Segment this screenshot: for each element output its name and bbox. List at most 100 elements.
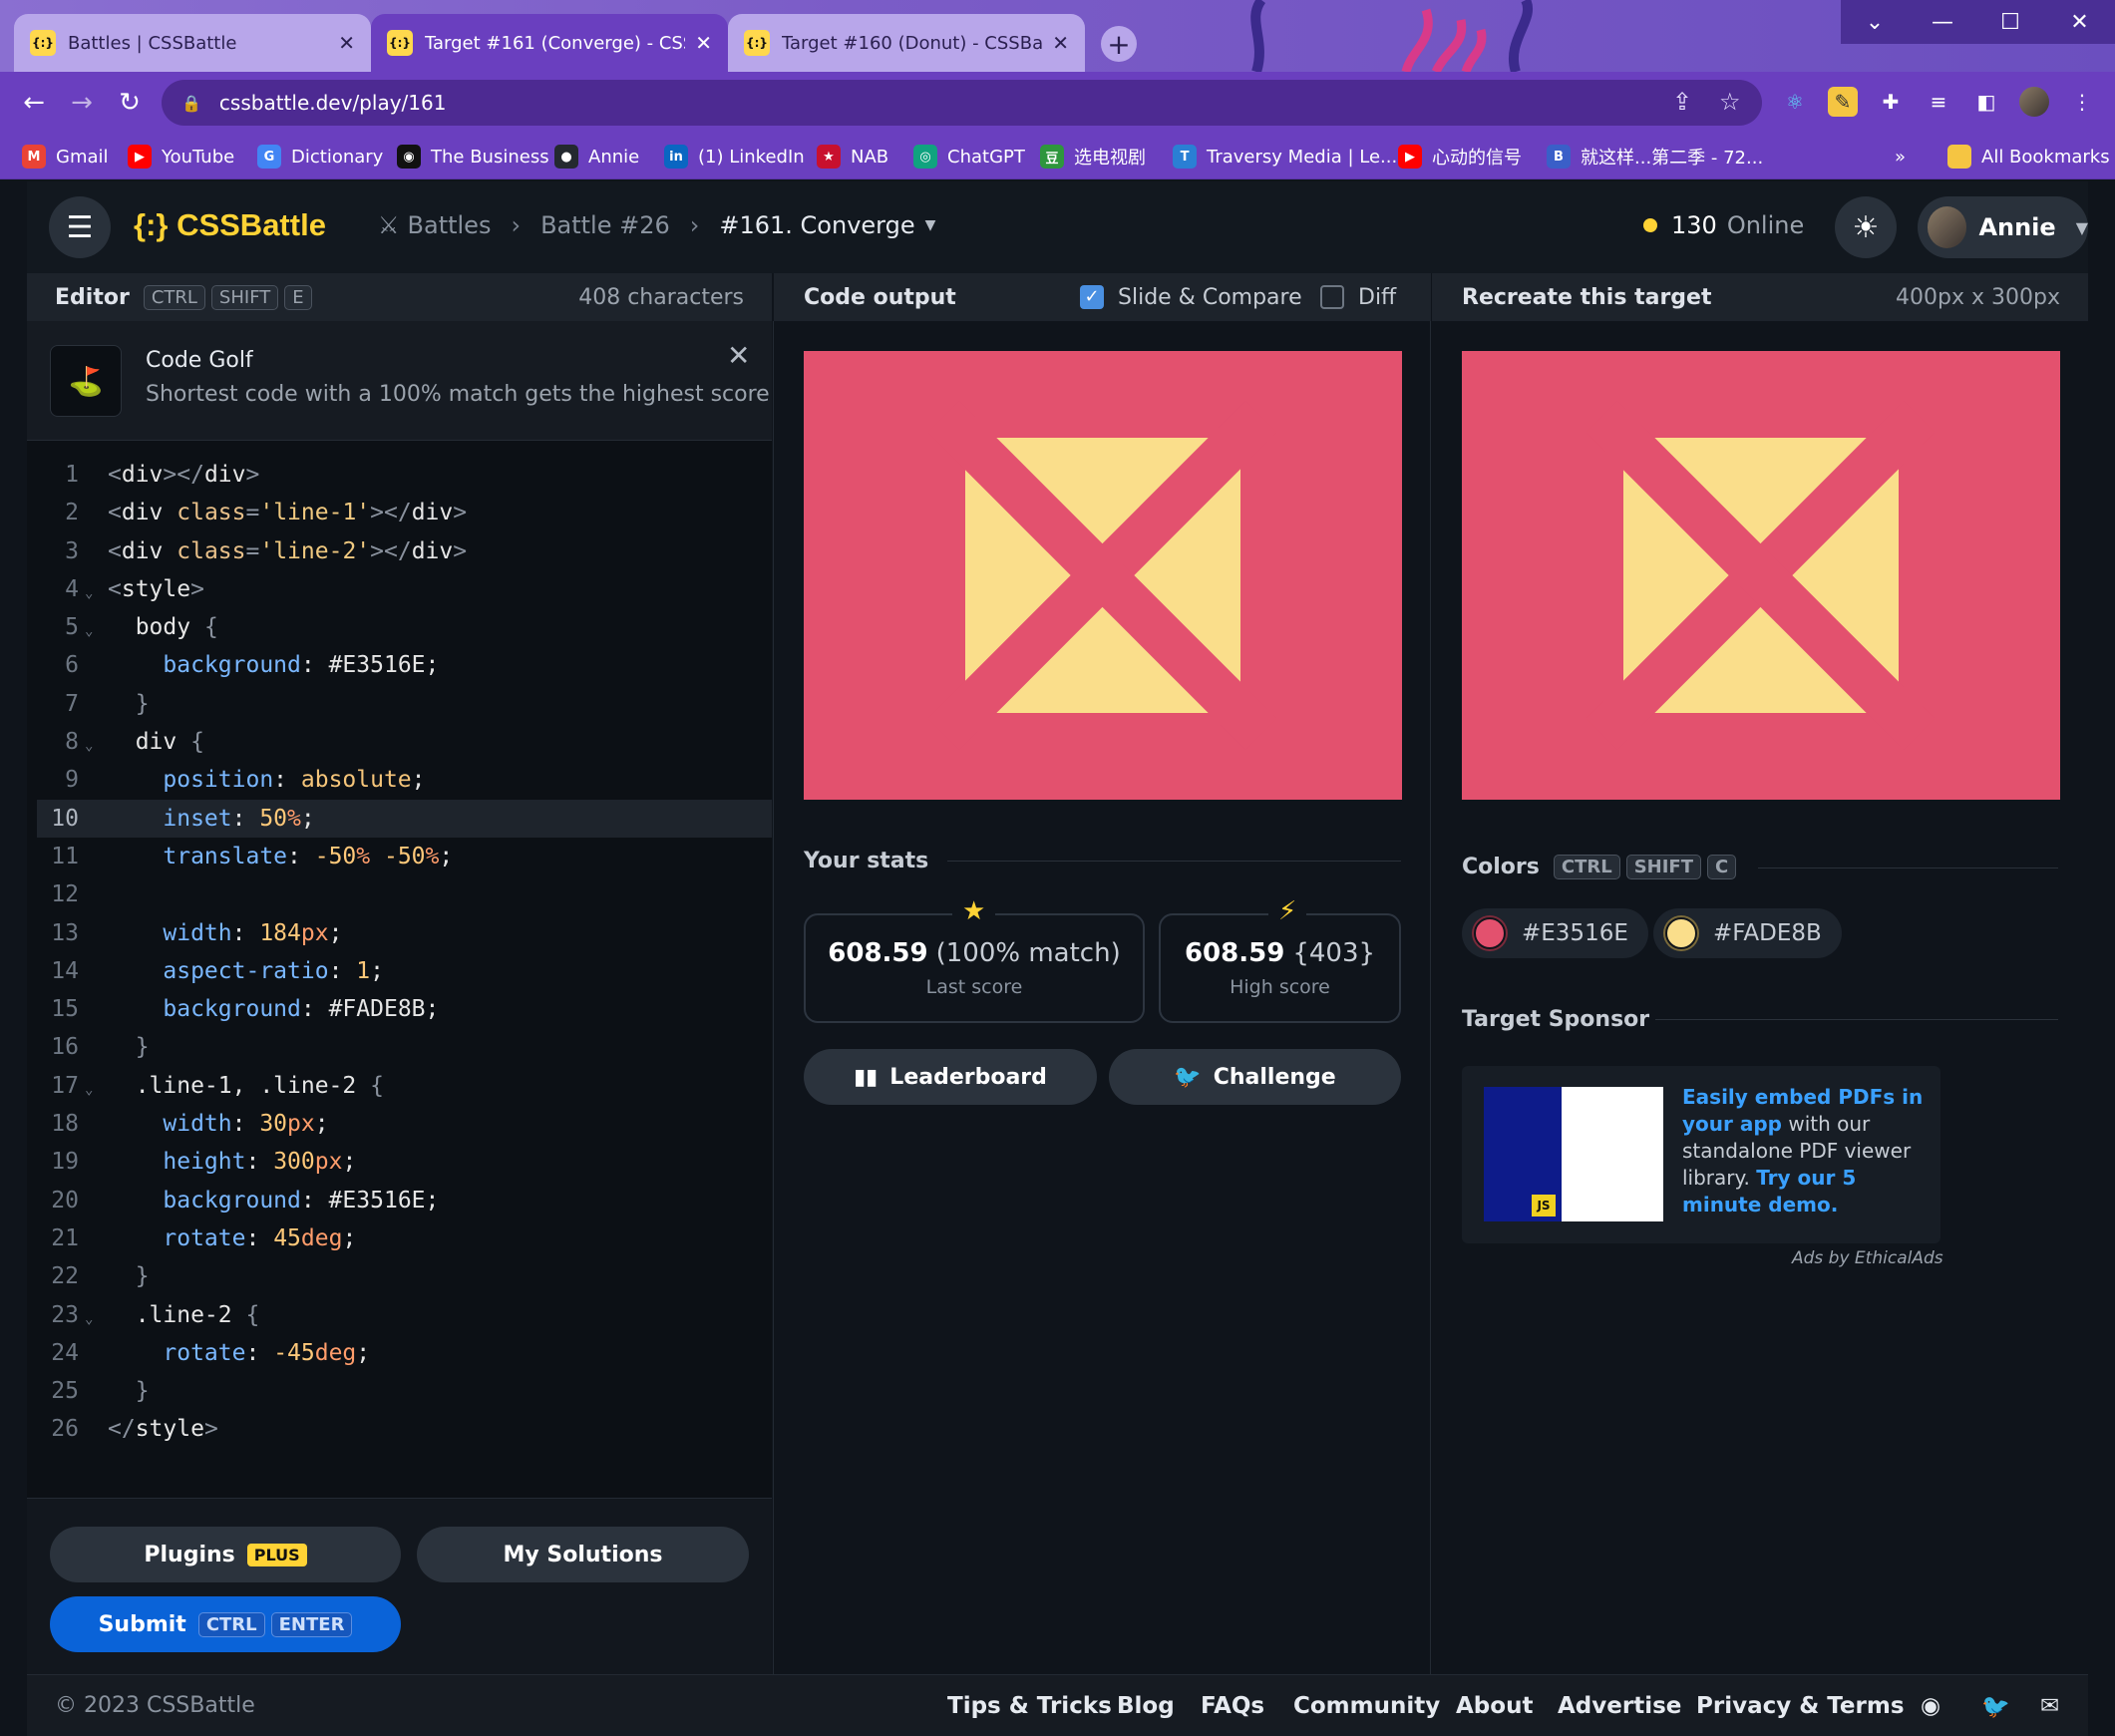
footer-link-community[interactable]: Community bbox=[1293, 1693, 1440, 1719]
diff-toggle[interactable]: Diff bbox=[1320, 285, 1396, 310]
extensions-puzzle-icon[interactable]: ✚ bbox=[1876, 87, 1906, 117]
more-bookmarks-button[interactable]: » bbox=[1895, 144, 1906, 170]
code-line[interactable]: 2 <div class='line-1'></div> bbox=[37, 494, 772, 531]
leaderboard-button[interactable]: ▮▮ Leaderboard bbox=[804, 1049, 1097, 1105]
bookmark-item[interactable]: ★ NAB bbox=[817, 144, 888, 170]
close-icon[interactable]: ✕ bbox=[1052, 31, 1069, 55]
code-line[interactable]: 5 ⌄ body { bbox=[37, 608, 772, 646]
code-line[interactable]: 10 inset: 50%; bbox=[37, 799, 772, 838]
code-line[interactable]: 19 height: 300px; bbox=[37, 1143, 772, 1181]
extension-notes-icon[interactable]: ✎ bbox=[1828, 87, 1858, 117]
footer-link-tips[interactable]: Tips & Tricks bbox=[947, 1693, 1112, 1719]
checkbox-checked-icon[interactable]: ✓ bbox=[1080, 285, 1104, 309]
bookmark-item[interactable]: T Traversy Media | Le... bbox=[1173, 144, 1397, 170]
chevron-down-icon[interactable]: ▼ bbox=[925, 217, 936, 233]
code-line[interactable]: 24 rotate: -45deg; bbox=[37, 1334, 772, 1372]
code-line[interactable]: 4 ⌄ <style> bbox=[37, 570, 772, 608]
fold-chevron-icon[interactable]: ⌄ bbox=[85, 1071, 93, 1109]
code-line[interactable]: 21 rotate: 45deg; bbox=[37, 1219, 772, 1257]
code-line[interactable]: 6 background: #E3516E; bbox=[37, 646, 772, 684]
tab-search-icon[interactable]: ⌄ bbox=[1841, 0, 1909, 44]
mail-icon[interactable]: ✉ bbox=[2040, 1693, 2059, 1719]
breadcrumb-battle-26[interactable]: Battle #26 bbox=[540, 211, 670, 239]
fold-chevron-icon[interactable]: ⌄ bbox=[85, 574, 93, 612]
bookmark-item[interactable]: 豆选电视剧 bbox=[1040, 144, 1146, 170]
close-icon[interactable]: ✕ bbox=[338, 31, 355, 55]
code-line[interactable]: 1 <div></div> bbox=[37, 456, 772, 494]
bookmark-item[interactable]: B 就这样...第二季 - 72... bbox=[1547, 144, 1763, 170]
code-line[interactable]: 7 } bbox=[37, 685, 772, 723]
bookmark-item[interactable]: G Dictionary bbox=[257, 144, 383, 170]
footer-link-advertise[interactable]: Advertise bbox=[1558, 1693, 1681, 1719]
code-line[interactable]: 8 ⌄ div { bbox=[37, 723, 772, 761]
code-line[interactable]: 9 position: absolute; bbox=[37, 761, 772, 799]
code-lines[interactable]: 1 <div></div> 2 <div class='line-1'></div> 3… bbox=[37, 456, 772, 1449]
footer-link-blog[interactable]: Blog bbox=[1117, 1693, 1175, 1719]
footer-link-privacy[interactable]: Privacy & Terms bbox=[1696, 1693, 1905, 1719]
back-icon[interactable]: ← bbox=[17, 86, 51, 120]
ads-by-label[interactable]: Ads by EthicalAds bbox=[1792, 1248, 1943, 1268]
chrome-menu-icon[interactable]: ⋮ bbox=[2067, 87, 2097, 117]
plugins-button[interactable]: Plugins PLUS bbox=[50, 1527, 401, 1582]
code-output-canvas[interactable] bbox=[804, 351, 1402, 800]
code-line[interactable]: 3 <div class='line-2'></div> bbox=[37, 532, 772, 570]
all-bookmarks-folder[interactable]: All Bookmarks bbox=[1947, 144, 2110, 170]
reading-list-icon[interactable]: ≡ bbox=[1924, 87, 1953, 117]
bookmark-item[interactable]: ▶ 心动的信号 bbox=[1398, 144, 1522, 170]
color-chip-yellow[interactable]: #FADE8B bbox=[1653, 908, 1842, 958]
code-line[interactable]: 25 } bbox=[37, 1372, 772, 1410]
share-icon[interactable]: ⇪ bbox=[1672, 88, 1692, 116]
checkbox-unchecked-icon[interactable] bbox=[1320, 285, 1344, 309]
close-icon[interactable]: ✕ bbox=[695, 31, 712, 55]
bookmark-item[interactable]: ▶ YouTube bbox=[128, 144, 234, 170]
theme-toggle-sun-icon[interactable]: ☀ bbox=[1835, 196, 1897, 258]
color-chip-pink[interactable]: #E3516E bbox=[1462, 908, 1648, 958]
breadcrumb-current-target[interactable]: #161. Converge bbox=[719, 211, 914, 239]
address-bar[interactable]: 🔒 cssbattle.dev/play/161 ⇪ ☆ bbox=[162, 80, 1762, 126]
fold-chevron-icon[interactable]: ⌄ bbox=[85, 612, 93, 650]
tab-target-161[interactable]: {:} Target #161 (Converge) - CSSBattle ✕ bbox=[371, 14, 728, 72]
breadcrumb-battles[interactable]: Battles bbox=[408, 211, 492, 239]
new-tab-button[interactable]: + bbox=[1101, 26, 1137, 62]
user-menu[interactable]: Annie ▼ bbox=[1918, 196, 2088, 258]
menu-icon[interactable]: ☰ bbox=[49, 196, 111, 258]
slide-compare-toggle[interactable]: ✓ Slide & Compare bbox=[1080, 285, 1302, 310]
code-line[interactable]: 11 translate: -50% -50%; bbox=[37, 838, 772, 875]
code-line[interactable]: 15 background: #FADE8B; bbox=[37, 990, 772, 1028]
window-close-button[interactable]: ✕ bbox=[2044, 0, 2115, 44]
challenge-button[interactable]: 🐦 Challenge bbox=[1109, 1049, 1401, 1105]
my-solutions-button[interactable]: My Solutions bbox=[417, 1527, 749, 1582]
forward-icon[interactable]: → bbox=[65, 86, 99, 120]
code-line[interactable]: 20 background: #E3516E; bbox=[37, 1182, 772, 1219]
tab-target-160[interactable]: {:} Target #160 (Donut) - CSSBattle ✕ bbox=[728, 14, 1085, 72]
side-panel-icon[interactable]: ◧ bbox=[1971, 87, 2001, 117]
fold-chevron-icon[interactable]: ⌄ bbox=[85, 727, 93, 765]
maximize-button[interactable]: ☐ bbox=[1976, 0, 2044, 44]
code-line[interactable]: 22 } bbox=[37, 1257, 772, 1295]
tab-battles[interactable]: {:} Battles | CSSBattle ✕ bbox=[14, 14, 371, 72]
code-line[interactable]: 23 ⌄ .line-2 { bbox=[37, 1296, 772, 1334]
minimize-button[interactable]: — bbox=[1909, 0, 1976, 44]
code-line[interactable]: 16 } bbox=[37, 1028, 772, 1066]
bookmark-item[interactable]: in (1) LinkedIn bbox=[664, 144, 805, 170]
fold-chevron-icon[interactable]: ⌄ bbox=[85, 1300, 93, 1338]
submit-button[interactable]: Submit CTRL ENTER bbox=[50, 1596, 401, 1652]
bookmark-item[interactable]: M Gmail bbox=[22, 144, 109, 170]
code-line[interactable]: 18 width: 30px; bbox=[37, 1105, 772, 1143]
bookmark-star-icon[interactable]: ☆ bbox=[1719, 88, 1741, 116]
cssbattle-logo[interactable]: {:} CSSBattle bbox=[134, 207, 326, 243]
bookmark-item[interactable]: ◎ ChatGPT bbox=[913, 144, 1025, 170]
bookmark-item[interactable]: ◉ The Business bbox=[397, 144, 549, 170]
code-line[interactable]: 26 </style> bbox=[37, 1410, 772, 1448]
twitter-icon[interactable]: 🐦 bbox=[1981, 1693, 2010, 1720]
code-line[interactable]: 14 aspect-ratio: 1; bbox=[37, 952, 772, 990]
reload-icon[interactable]: ↻ bbox=[113, 86, 147, 120]
footer-link-faqs[interactable]: FAQs bbox=[1201, 1693, 1264, 1719]
bookmark-item[interactable]: ● Annie bbox=[554, 144, 639, 170]
close-icon[interactable]: ✕ bbox=[727, 339, 750, 372]
footer-link-about[interactable]: About bbox=[1456, 1693, 1533, 1719]
code-line[interactable]: 12 bbox=[37, 875, 772, 913]
profile-avatar[interactable] bbox=[2019, 87, 2049, 117]
sponsor-ad[interactable]: JS Easily embed PDFs in your app with ou… bbox=[1462, 1066, 1940, 1243]
code-line[interactable]: 13 width: 184px; bbox=[37, 914, 772, 952]
